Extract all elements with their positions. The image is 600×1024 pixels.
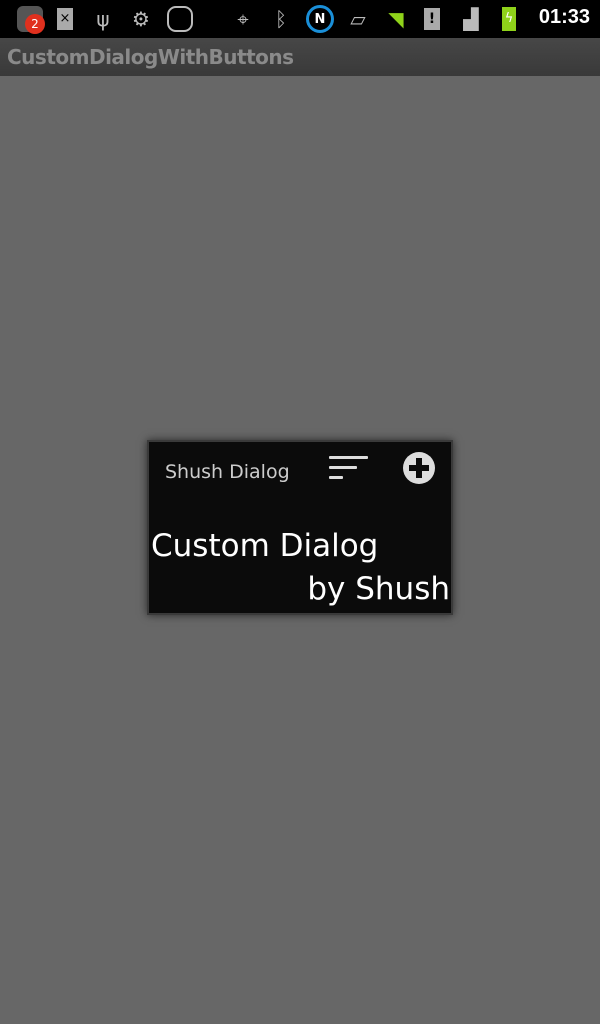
signal-icon: ▟ — [463, 7, 479, 31]
gps-icon: ⌖ — [237, 7, 249, 31]
menu-button[interactable] — [329, 454, 369, 482]
app-title: CustomDialogWithButtons — [7, 45, 294, 69]
sim-missing-icon: × — [55, 6, 75, 32]
dialog-text-line2: by Shush — [307, 571, 450, 607]
sd-card-alert-icon: ! — [422, 6, 442, 32]
add-button[interactable] — [403, 452, 435, 484]
status-bar: 2 × ψ ⚙ ⌖ ᛒ N ▱ ◥ ! ▟ ϟ 01:33 — [0, 0, 600, 38]
notification-badge: 2 — [25, 14, 45, 34]
battery-charging-icon: ϟ — [500, 6, 518, 32]
android-debug-icon: ⚙ — [132, 7, 150, 31]
dialog-title: Shush Dialog — [165, 461, 290, 483]
usb-icon: ψ — [96, 7, 110, 31]
wifi-icon: ◥ — [388, 7, 404, 31]
custom-dialog: Shush Dialog Custom Dialog by Shush — [147, 440, 453, 615]
app-title-bar: CustomDialogWithButtons — [0, 38, 600, 76]
sync-icon — [166, 6, 194, 32]
nfc-icon: N — [304, 5, 336, 33]
dialog-text-line1: Custom Dialog — [151, 528, 379, 564]
rotation-icon: ▱ — [350, 7, 366, 31]
app-notification-icon: 2 — [14, 6, 46, 34]
clock: 01:33 — [538, 6, 590, 28]
bluetooth-icon: ᛒ — [275, 7, 287, 31]
